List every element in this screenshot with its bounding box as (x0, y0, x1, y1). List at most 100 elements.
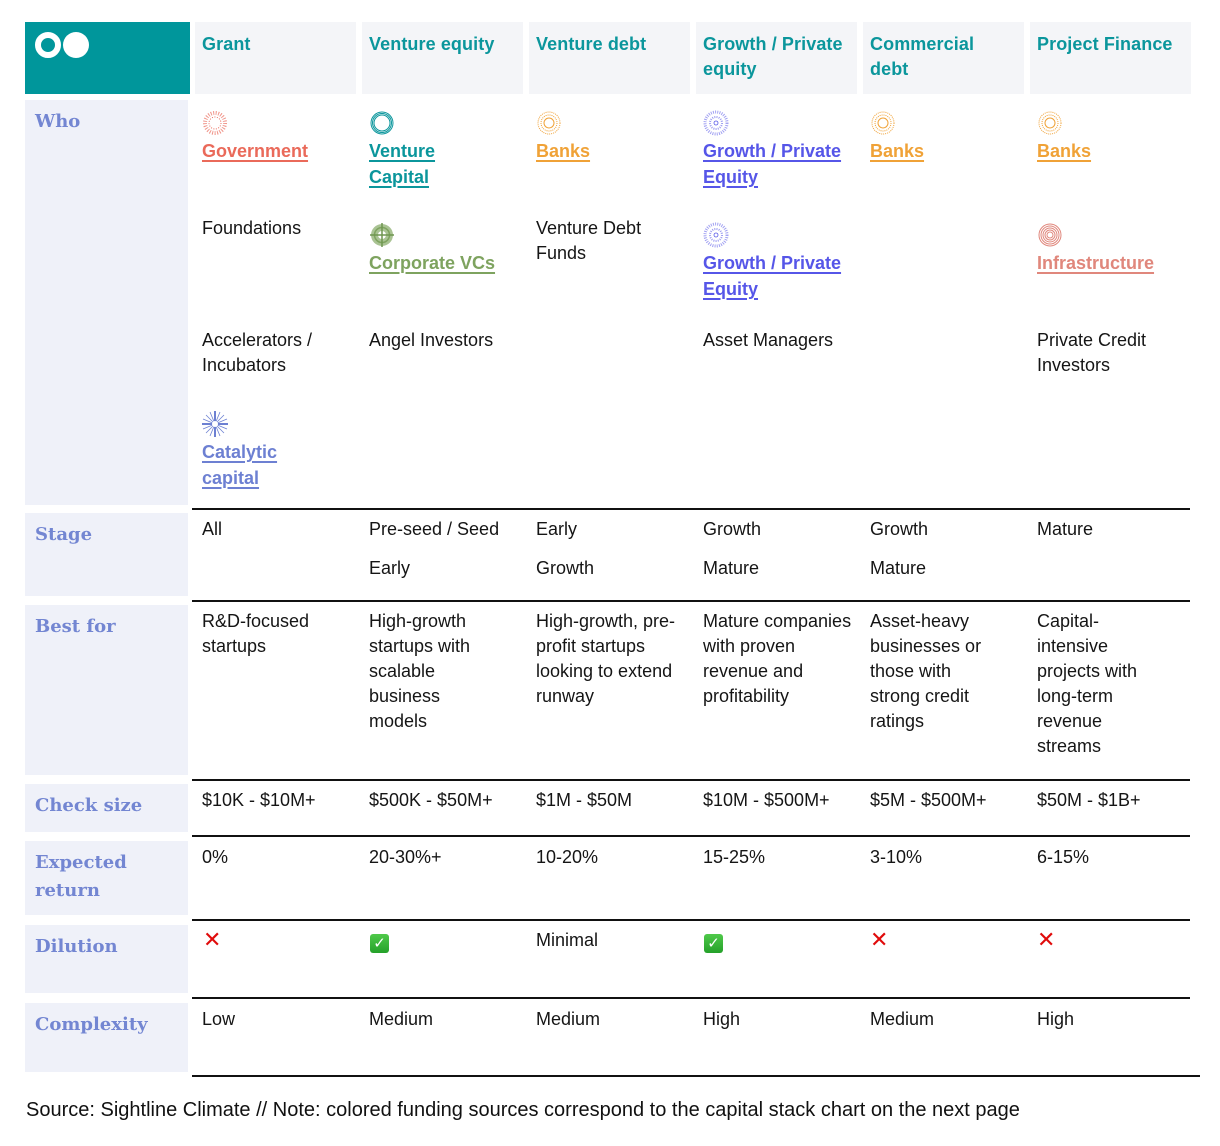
check-size-cell: $500K - $50M+ (369, 790, 493, 810)
source-link[interactable]: Banks (536, 138, 696, 164)
check-size-cell: $10K - $10M+ (202, 790, 316, 810)
source-link[interactable]: Catalytic capital (202, 439, 312, 491)
stage-value: Mature (870, 558, 927, 578)
red-x-icon: ✕ (203, 927, 222, 952)
dilution-cell: ✕ (1037, 929, 1197, 954)
expected-return-cell: 10-20% (536, 847, 599, 867)
source-link[interactable]: Government (202, 138, 362, 164)
who-item: Asset Managers (703, 328, 863, 353)
infrastructure-concentric-icon (1038, 223, 1062, 247)
who-item: Accelerators / Incubators (202, 328, 342, 378)
source-link[interactable]: Banks (870, 138, 1030, 164)
who-source-catalytic-capital[interactable]: Catalytic capital (202, 411, 312, 491)
stage-value: Early (536, 519, 578, 539)
column-header-label: Growth / Private equity (703, 34, 843, 79)
best-for-cell: High-growth startups with scalable busin… (369, 611, 471, 731)
who-item-text: Asset Managers (703, 330, 834, 350)
check-size-cell: $5M - $500M+ (870, 790, 987, 810)
best-for-cell: Mature companies with proven revenue and… (703, 611, 852, 706)
table-bottom-border (192, 1075, 1200, 1077)
expected-return-cell: 15-25% (703, 847, 766, 867)
complexity-cell: Medium (536, 1009, 601, 1029)
who-item: Private Credit Investors (1037, 328, 1177, 378)
banks-dotted-ring-icon (1038, 111, 1062, 135)
banks-dotted-ring-icon (537, 111, 561, 135)
row-label-text: Stage (35, 524, 93, 545)
source-link[interactable]: Banks (1037, 138, 1197, 164)
who-item: Venture Debt Funds (536, 216, 666, 266)
row-divider (192, 919, 1190, 921)
who-source-banks[interactable]: Banks (1037, 110, 1197, 164)
catalytic-starburst-icon (202, 411, 228, 437)
source-link[interactable]: Infrastructure (1037, 250, 1197, 276)
stage-value: Pre-seed / Seed (369, 519, 500, 539)
dilution-value: Minimal (536, 930, 599, 950)
dilution-cell: ✕ (870, 929, 1030, 954)
stage-cell: Early Growth (536, 517, 696, 581)
stage-cell: All (202, 517, 362, 542)
who-item-text: Venture Debt Funds (536, 218, 642, 263)
stage-value: Growth (870, 519, 929, 539)
stage-value: All (202, 519, 223, 539)
stage-value: Mature (1037, 519, 1094, 539)
green-check-icon: ✓ (704, 934, 723, 953)
who-source-government[interactable]: Government (202, 110, 362, 164)
row-label-text: Dilution (35, 936, 118, 957)
stage-cell: Mature (1037, 517, 1197, 542)
row-label-expected-return: Expected return (25, 841, 188, 915)
who-item: Foundations (202, 216, 362, 241)
column-header-commercial-debt: Commercial debt (863, 22, 1024, 94)
stage-value: Mature (703, 558, 760, 578)
who-source-venture-capital[interactable]: Venture Capital (369, 110, 459, 190)
column-header-label: Commercial debt (870, 34, 975, 79)
source-link[interactable]: Venture Capital (369, 138, 459, 190)
column-header-growth-pe: Growth / Private equity (696, 22, 857, 94)
growth-pe-dotted-ring-icon (703, 110, 729, 136)
brand-logo (25, 22, 190, 94)
complexity-cell: High (1037, 1009, 1075, 1029)
row-label-text: Check size (35, 795, 143, 816)
best-for-cell: R&D-focused startups (202, 611, 310, 656)
red-x-icon: ✕ (870, 927, 889, 952)
who-item-text: Private Credit Investors (1037, 330, 1147, 375)
growth-pe-dotted-ring-icon (703, 222, 729, 248)
banks-dotted-ring-icon (871, 111, 895, 135)
stage-value: Growth (536, 558, 595, 578)
green-check-icon: ✓ (370, 934, 389, 953)
venture-capital-ring-icon (370, 111, 394, 135)
who-item-text: Angel Investors (369, 330, 494, 350)
who-source-growth-pe[interactable]: Growth / Private Equity (703, 110, 863, 190)
who-source-banks[interactable]: Banks (870, 110, 1030, 164)
check-size-cell: $50M - $1B+ (1037, 790, 1141, 810)
source-link[interactable]: Corporate VCs (369, 250, 529, 276)
row-label-who: Who (25, 100, 188, 505)
dilution-cell: Minimal (536, 928, 696, 953)
column-header-project-finance: Project Finance (1030, 22, 1191, 94)
government-dotted-ring-icon (203, 111, 227, 135)
best-for-cell: High-growth, pre-profit startups looking… (536, 611, 676, 706)
complexity-cell: High (703, 1009, 741, 1029)
row-label-check-size: Check size (25, 784, 188, 832)
source-link[interactable]: Growth / Private Equity (703, 250, 863, 302)
stage-value: Early (369, 558, 411, 578)
who-source-corporate-vcs[interactable]: Corporate VCs (369, 222, 529, 276)
check-size-cell: $10M - $500M+ (703, 790, 830, 810)
dilution-cell: ✕ (203, 929, 363, 954)
row-divider (192, 997, 1190, 999)
who-source-growth-pe[interactable]: Growth / Private Equity (703, 222, 863, 302)
row-divider (192, 508, 1190, 510)
row-label-complexity: Complexity (25, 1003, 188, 1072)
expected-return-cell: 6-15% (1037, 847, 1090, 867)
logo-dot-icon (63, 32, 89, 58)
column-header-venture-debt: Venture debt (529, 22, 690, 94)
row-label-text: Expected return (35, 852, 127, 901)
expected-return-cell: 0% (202, 847, 229, 867)
stage-cell: Pre-seed / Seed Early (369, 517, 529, 581)
who-source-banks[interactable]: Banks (536, 110, 696, 164)
source-link[interactable]: Growth / Private Equity (703, 138, 863, 190)
red-x-icon: ✕ (1037, 927, 1056, 952)
complexity-cell: Medium (870, 1009, 935, 1029)
stage-cell: Growth Mature (703, 517, 863, 581)
column-header-label: Venture debt (536, 34, 647, 54)
who-source-infrastructure[interactable]: Infrastructure (1037, 222, 1197, 276)
